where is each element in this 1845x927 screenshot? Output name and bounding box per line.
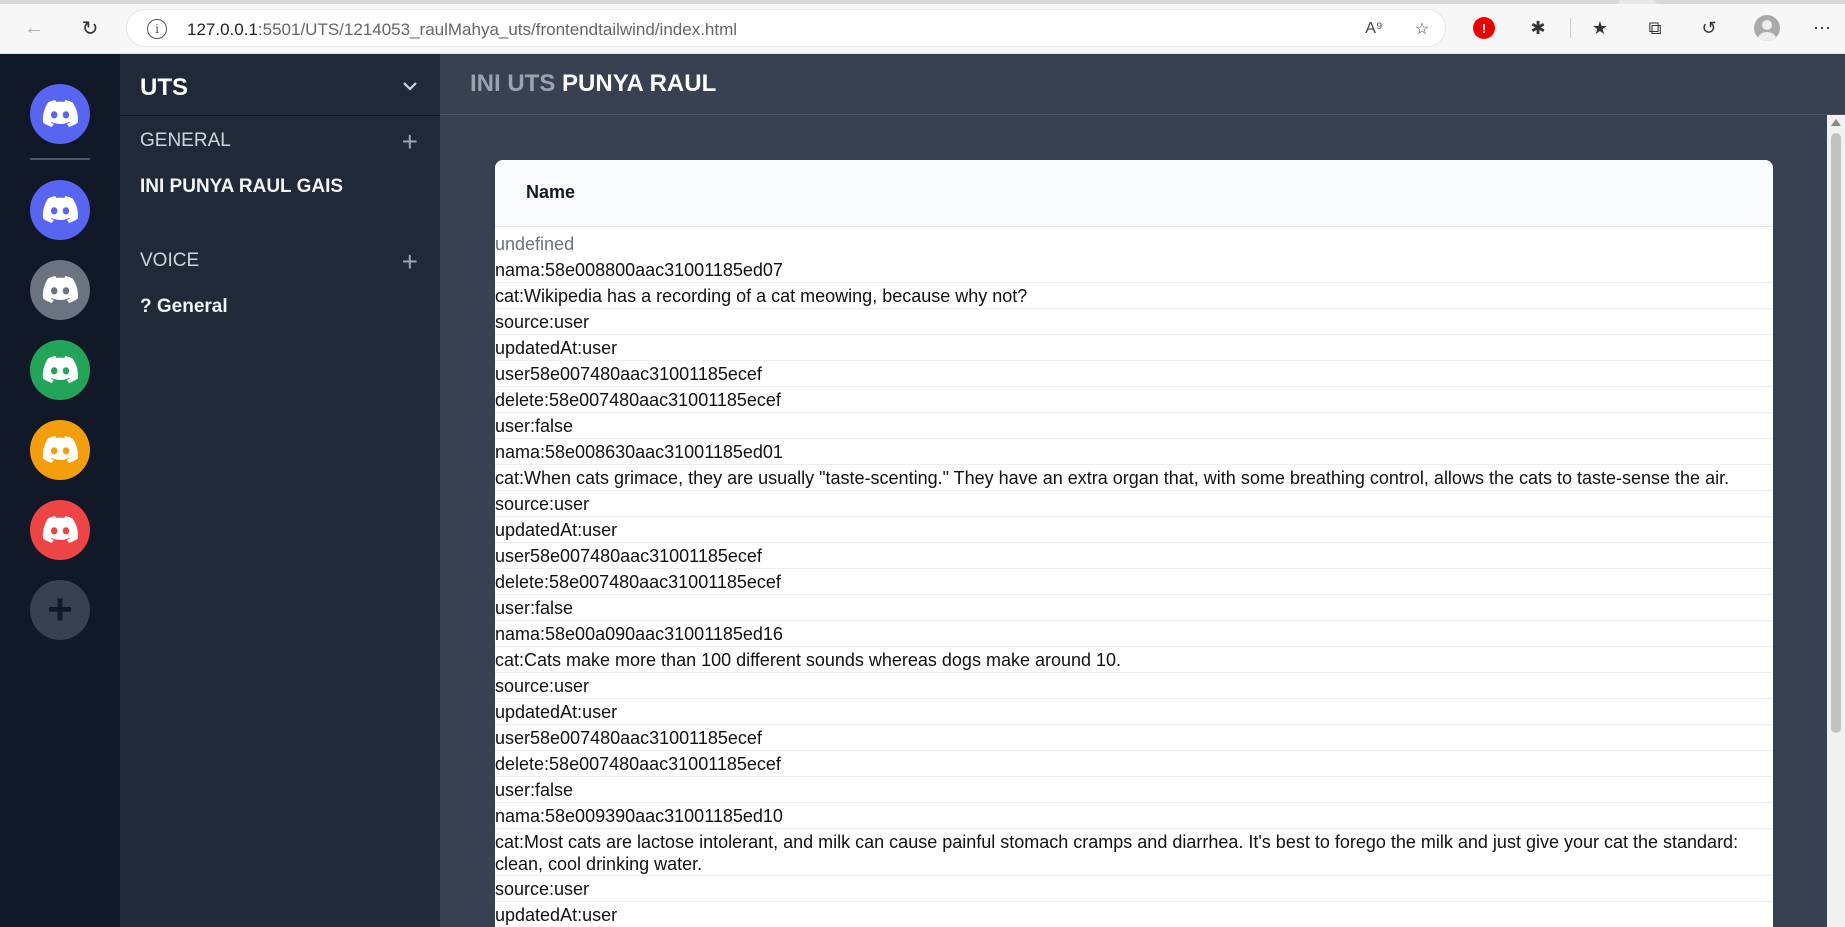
- page-title-strong: PUNYA RAUL: [562, 70, 717, 97]
- table-row: updatedAt:user: [495, 335, 1773, 361]
- url-path: :5501/UTS/1214053_raulMahya_uts/frontend…: [257, 20, 738, 39]
- collections-icon[interactable]: ⧉: [1641, 14, 1669, 42]
- add-general-channel-icon[interactable]: +: [402, 128, 418, 156]
- table-row: source:user: [495, 491, 1773, 517]
- plus-icon: +: [47, 585, 73, 634]
- main-header: INI UTS PUNYA RAUL: [440, 54, 1845, 115]
- scroll-up-arrow-icon[interactable]: [1831, 119, 1841, 126]
- url-host: 127.0.0.1: [187, 20, 258, 39]
- page-scrollbar[interactable]: [1827, 115, 1845, 927]
- table-row: user58e007480aac31001185ecef: [495, 361, 1773, 387]
- table-row: user:false: [495, 413, 1773, 439]
- back-icon[interactable]: ←: [20, 14, 48, 42]
- table-row: source:user: [495, 876, 1773, 902]
- discord-logo-icon: [42, 276, 78, 303]
- server-title: UTS: [140, 74, 188, 101]
- address-bar[interactable]: i 127.0.0.1:5501/UTS/1214053_raulMahya_u…: [126, 9, 1446, 47]
- server-header[interactable]: UTS: [120, 54, 440, 116]
- add-server-button[interactable]: +: [30, 580, 90, 640]
- main-content: INI UTS PUNYA RAUL Name undefined nama:58…: [440, 54, 1845, 927]
- adblock-extension-icon[interactable]: !: [1470, 14, 1498, 42]
- favorites-icon[interactable]: ★: [1586, 14, 1614, 42]
- table-row: cat:Most cats are lactose intolerant, an…: [495, 829, 1773, 876]
- server-home-discord-icon[interactable]: [30, 84, 90, 144]
- server-sidebar: +: [0, 54, 120, 927]
- server-discord-icon-4[interactable]: [30, 420, 90, 480]
- browser-toolbar: ← ↻ i 127.0.0.1:5501/UTS/1214053_raulMah…: [0, 0, 1845, 54]
- category-voice-label[interactable]: VOICE: [140, 250, 199, 272]
- scrollbar-thumb[interactable]: [1831, 133, 1841, 733]
- table-row: cat:When cats grimace, they are usually …: [495, 465, 1773, 491]
- table-body: undefined nama:58e008800aac31001185ed07 ca…: [495, 227, 1773, 927]
- table-row: delete:58e007480aac31001185ecef: [495, 569, 1773, 595]
- profile-avatar[interactable]: [1753, 14, 1781, 42]
- page-title: INI UTS PUNYA RAUL: [470, 70, 716, 98]
- channel-sidebar: UTS GENERAL + INI PUNYA RAUL GAIS VOICE …: [120, 54, 440, 927]
- server-discord-icon-3[interactable]: [30, 340, 90, 400]
- server-discord-icon-5[interactable]: [30, 500, 90, 560]
- browser-tab-2[interactable]: [1655, 0, 1845, 4]
- url-text[interactable]: 127.0.0.1:5501/UTS/1214053_raulMahya_uts…: [187, 20, 737, 40]
- history-icon[interactable]: ↺: [1695, 14, 1723, 42]
- table-header-name: Name: [495, 160, 1773, 227]
- table-row: undefined: [495, 234, 575, 254]
- read-aloud-icon[interactable]: A⁹: [1363, 18, 1385, 40]
- table-row: nama:58e009390aac31001185ed10: [495, 803, 1773, 829]
- table-row: nama:58e00a090aac31001185ed16: [495, 621, 1773, 647]
- server-discord-icon-2[interactable]: [30, 260, 90, 320]
- more-menu-icon[interactable]: ⋯: [1808, 14, 1836, 42]
- page-title-muted: INI UTS: [470, 70, 556, 97]
- table-row: delete:58e007480aac31001185ecef: [495, 387, 1773, 413]
- table-row: user58e007480aac31001185ecef: [495, 543, 1773, 569]
- discord-logo-icon: [42, 100, 78, 127]
- table-row: updatedAt:user: [495, 699, 1773, 725]
- category-general-label[interactable]: GENERAL: [140, 130, 231, 152]
- toolbar-divider: [1570, 18, 1571, 38]
- table-row: nama:58e008800aac31001185ed07: [495, 257, 1773, 283]
- table-row: updatedAt:user: [495, 902, 1773, 927]
- reload-icon[interactable]: ↻: [76, 14, 104, 42]
- table-row: cat:Cats make more than 100 different so…: [495, 647, 1773, 673]
- discord-logo-icon: [42, 356, 78, 383]
- channel-item-voice[interactable]: ? General: [140, 296, 228, 318]
- add-voice-channel-icon[interactable]: +: [402, 248, 418, 276]
- discord-logo-icon: [42, 196, 78, 223]
- table-row: user:false: [495, 777, 1773, 803]
- server-discord-icon-1[interactable]: [30, 180, 90, 240]
- table-row: user:false: [495, 595, 1773, 621]
- table-row: nama:58e008630aac31001185ed01: [495, 439, 1773, 465]
- table-row: source:user: [495, 673, 1773, 699]
- table-row: updatedAt:user: [495, 517, 1773, 543]
- app-root: + UTS GENERAL + INI PUNYA RAUL GAIS VOIC…: [0, 54, 1845, 927]
- table-row: cat:Wikipedia has a recording of a cat m…: [495, 283, 1773, 309]
- table-row: source:user: [495, 309, 1773, 335]
- data-table-card: Name undefined nama:58e008800aac31001185e…: [495, 160, 1773, 927]
- channel-item-text[interactable]: INI PUNYA RAUL GAIS: [140, 176, 343, 198]
- table-row: delete:58e007480aac31001185ecef: [495, 751, 1773, 777]
- add-favorite-icon[interactable]: ☆: [1411, 18, 1433, 40]
- discord-logo-icon: [42, 436, 78, 463]
- server-divider: [30, 158, 90, 160]
- extensions-icon[interactable]: ✱: [1524, 14, 1552, 42]
- chevron-down-icon[interactable]: [400, 76, 420, 96]
- browser-tab[interactable]: [0, 0, 1620, 4]
- table-row: user58e007480aac31001185ecef: [495, 725, 1773, 751]
- site-info-icon[interactable]: i: [147, 19, 167, 39]
- discord-logo-icon: [42, 516, 78, 543]
